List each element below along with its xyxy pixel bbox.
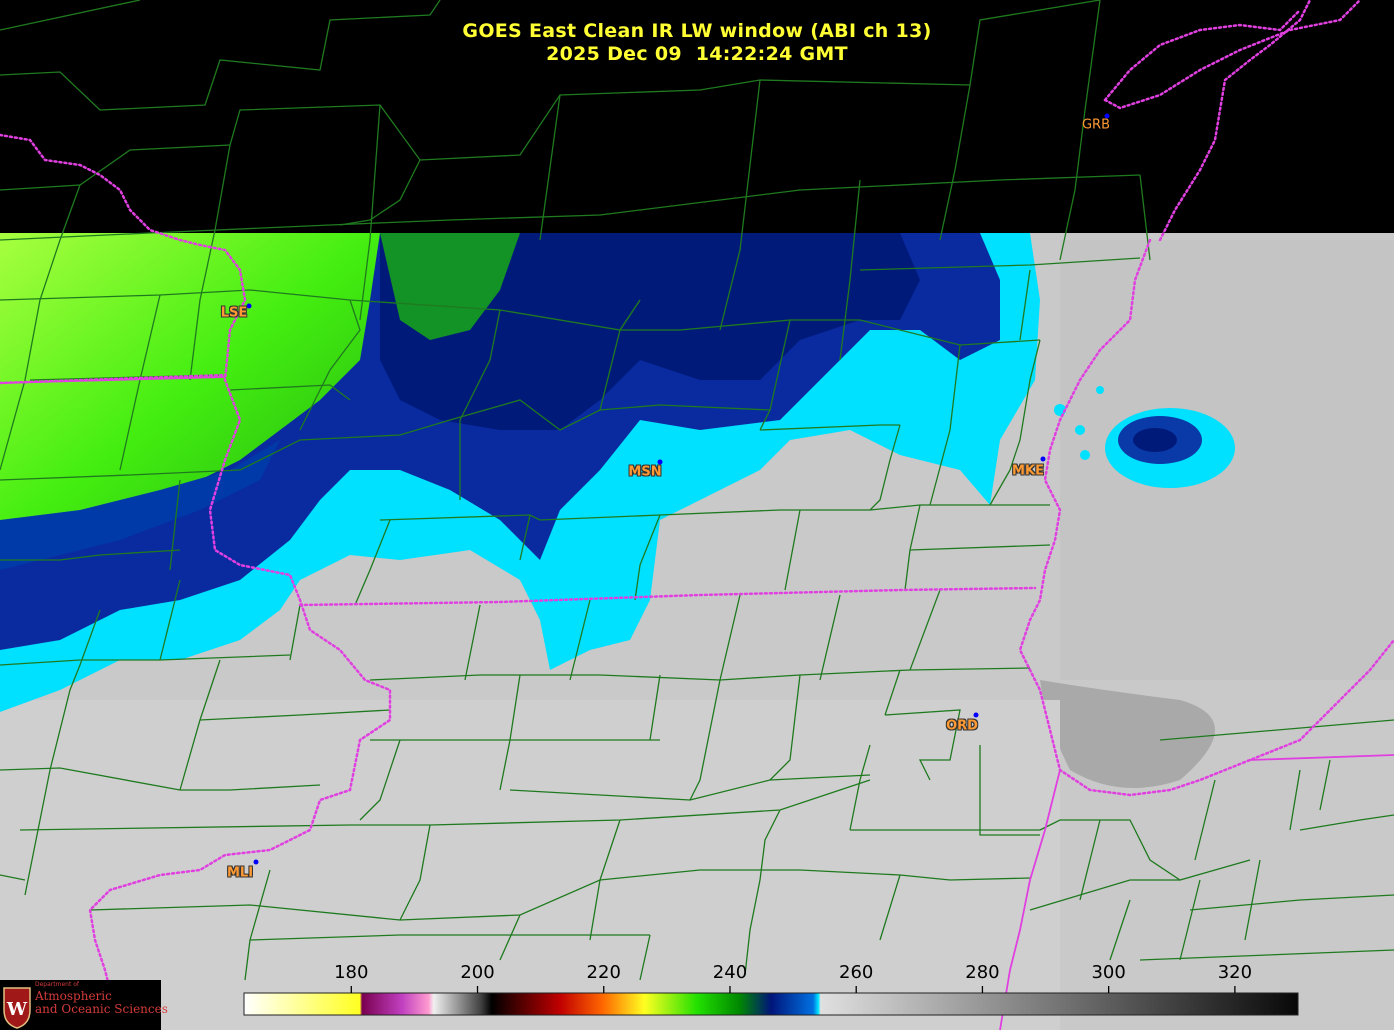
station-label-lse: LSE [220,305,248,321]
logo-line-2: and Oceanic Sciences [35,1002,168,1016]
colorbar-tick-label: 260 [839,962,874,983]
colorbar-tick-label: 300 [1091,962,1126,983]
map-title: GOES East Clean IR LW window (ABI ch 13)… [0,20,1394,66]
title-line-2: 2025 Dec 09 14:22:24 GMT [546,43,848,65]
logo-department: Department of [35,981,79,988]
station-label-msn: MSN [628,464,662,480]
ssec-logo: W Department of Atmospheric and Oceanic … [0,980,168,1030]
station-label-ord: ORD [946,718,978,734]
station-label-grb: GRB [1081,117,1111,133]
station-dot-ord [973,712,979,718]
colorbar-tick-label: 280 [965,962,1000,983]
colorbar-tick-label: 220 [586,962,621,983]
crest-letter: W [6,999,28,1020]
station-dot-mli [253,859,259,865]
station-label-mke: MKE [1012,463,1044,479]
colorbar-tick-label: 320 [1217,962,1253,983]
map-canvas [0,0,1394,1030]
logo-text: Atmospheric and Oceanic Sciences [35,990,168,1016]
colorbar-tick-label: 200 [460,962,495,983]
station-label-mli: MLI [226,865,254,881]
colorbar [243,992,1299,1016]
satellite-map: GOES East Clean IR LW window (ABI ch 13)… [0,0,1394,1030]
colorbar-tick-label: 180 [334,962,369,983]
uw-crest-icon: W [3,987,31,1029]
station-dot-mke [1040,456,1046,462]
title-line-1: GOES East Clean IR LW window (ABI ch 13) [462,20,932,42]
colorbar-tick-label: 240 [712,962,748,983]
